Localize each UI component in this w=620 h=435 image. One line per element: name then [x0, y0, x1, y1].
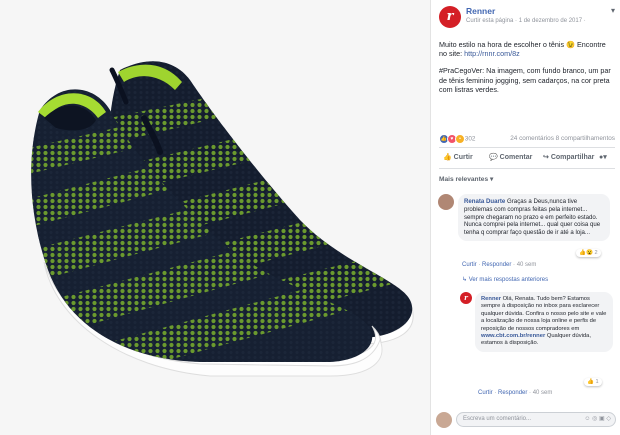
comment-like-link[interactable]: Curtir [478, 390, 493, 396]
comment-input-icons[interactable]: ☺ ◎ ▣ ◇ [584, 413, 611, 426]
post-stats: 👍 ♥ • 302 24 comentários 8 compartilhament… [439, 134, 615, 146]
comment-author[interactable]: Renata Duarte [464, 198, 505, 205]
comment-link[interactable]: www.cbt.com.br/renner [481, 333, 545, 339]
comment-button[interactable]: 💬 Comentar [489, 153, 532, 161]
commenter-avatar[interactable] [438, 194, 454, 210]
like-label: Curtir [453, 154, 473, 161]
comment-footer: Curtir · Responder · 40 sem [478, 390, 553, 396]
profile-selector[interactable]: ●▾ [599, 153, 607, 161]
page-avatar[interactable]: r [439, 6, 461, 28]
more-replies-link[interactable]: ↳ Ver mais respostas anteriores [462, 276, 548, 283]
share-label: Compartilhar [550, 154, 595, 161]
comment-reactions[interactable]: 👍 1 [584, 378, 602, 386]
post-header: r Renner Curtir esta página · 1 de dezem… [439, 6, 617, 32]
post-actions: 👍 Curtir 💬 Comentar ↪ Compartilhar ●▾ [439, 152, 615, 166]
comment-time: 40 sem [532, 390, 553, 396]
comment-label: Comentar [499, 154, 533, 161]
comment: Renata Duarte Graças a Deus,nunca tive p… [438, 194, 618, 269]
comment-input[interactable]: Escreva um comentário... ☺ ◎ ▣ ◇ [456, 412, 616, 427]
comment-reply: r Renner Olá, Renata. Tudo bem? Estamos … [460, 292, 618, 400]
profile-avatar-icon: ● [599, 154, 604, 161]
post-text-line2: #PraCegoVer: Na imagem, com fundo branco… [439, 66, 611, 94]
post-options-icon[interactable]: ▾ [611, 6, 615, 15]
comment-reply-link[interactable]: Responder [498, 390, 527, 396]
comment-reaction-count: 1 [595, 379, 599, 385]
reaction-count: 302 [464, 135, 476, 143]
comment-author[interactable]: Renner [481, 296, 501, 302]
comment-reaction-count: 2 [594, 250, 598, 256]
comments-sort[interactable]: Mais relevantes ▾ [439, 175, 493, 183]
page-name[interactable]: Renner [466, 6, 495, 16]
write-comment-row: Escreva um comentário... ☺ ◎ ▣ ◇ [436, 410, 616, 430]
reaction-summary[interactable]: 👍 ♥ • 302 [439, 134, 475, 144]
renner-avatar[interactable]: r [460, 292, 472, 304]
post-photo[interactable] [0, 0, 430, 435]
comment-bubble: Renata Duarte Graças a Deus,nunca tive p… [458, 194, 610, 241]
comment-footer: Curtir · Responder · 40 sem [462, 262, 537, 268]
comments-shares-count[interactable]: 24 comentários 8 compartilhamentos [510, 135, 615, 142]
comment-bubble: Renner Olá, Renata. Tudo bem? Estamos se… [475, 292, 613, 352]
share-icon: ↪ [543, 154, 549, 161]
divider [439, 168, 615, 169]
post-meta: Curtir esta página · 1 de dezembro de 20… [466, 18, 586, 24]
sneakers-image [0, 0, 430, 435]
divider [439, 147, 615, 148]
comment-input-placeholder: Escreva um comentário... [463, 416, 532, 422]
like-icon: 👍 [443, 154, 452, 161]
comment-reply-link[interactable]: Responder [482, 262, 511, 268]
more-replies-label: Ver mais respostas anteriores [468, 277, 549, 283]
comment-like-link[interactable]: Curtir [462, 262, 477, 268]
wow-reaction-icon: • [455, 134, 465, 144]
post-text: Muito estilo na hora de escolher o tênis… [439, 40, 615, 102]
like-button[interactable]: 👍 Curtir [443, 153, 473, 161]
comment-reactions[interactable]: 👍😮 2 [576, 249, 601, 257]
share-button[interactable]: ↪ Compartilhar [543, 153, 594, 161]
post-link[interactable]: http://rnnr.com/8z [464, 49, 520, 58]
comment-icon: 💬 [489, 154, 498, 161]
comment-time: 40 sem [516, 262, 537, 268]
user-avatar [436, 412, 452, 428]
